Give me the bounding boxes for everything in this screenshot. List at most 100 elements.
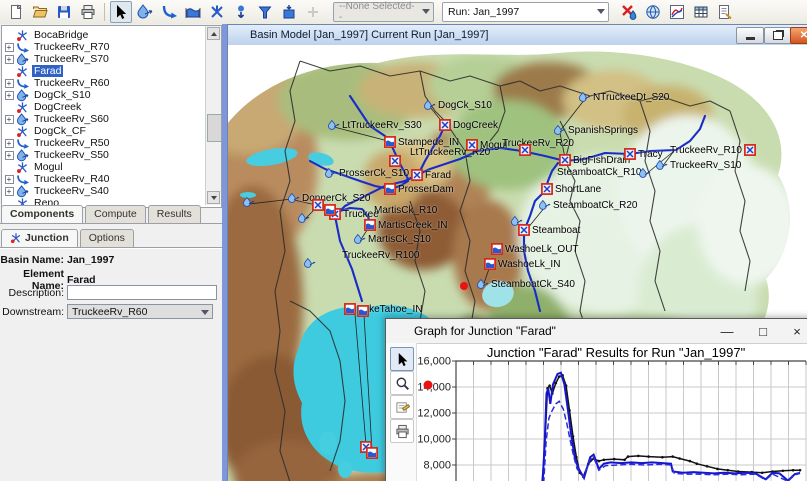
map-element-node[interactable] — [639, 167, 651, 179]
map-element-ProsserCk_S10[interactable]: ProsserCk_S10 — [325, 167, 409, 179]
reach-tool-button[interactable] — [158, 1, 180, 23]
global-viewer-button[interactable] — [642, 1, 664, 23]
map-element-SteamboatCk_R10[interactable]: SteamboatCk_R10 — [555, 167, 642, 178]
tree-item-TruckeeRv_S70[interactable]: + TruckeeRv_S70 — [2, 52, 205, 65]
description-field[interactable] — [67, 285, 217, 300]
tree-item-DogCreek[interactable]: DogCreek — [2, 101, 205, 113]
tree-item-Farad[interactable]: Farad — [2, 65, 205, 77]
map-element-node[interactable] — [312, 199, 324, 211]
map-element-Steamboat[interactable]: Steamboat — [518, 224, 580, 236]
map-element-WashoeLk_OUT[interactable]: WashoeLk_OUT — [491, 243, 579, 255]
tab-components[interactable]: Components — [1, 205, 84, 223]
print-button[interactable] — [77, 1, 99, 23]
table-button[interactable] — [690, 1, 712, 23]
graph-pointer-tool-button[interactable] — [390, 347, 414, 371]
tree-item-TruckeeRv_S40[interactable]: + TruckeeRv_S40 — [2, 184, 205, 197]
sink-tool-button[interactable] — [278, 1, 300, 23]
expand-icon[interactable]: + — [4, 150, 14, 160]
map-element-LtTruckeeRv_S30[interactable]: LtTruckeeRv_S30 — [328, 119, 422, 131]
save-button[interactable] — [53, 1, 75, 23]
map-element-node[interactable] — [324, 204, 336, 216]
expand-icon[interactable]: + — [4, 42, 14, 52]
map-element-BigFishDrain[interactable]: BigFishDrain — [559, 154, 630, 166]
scroll-up-icon[interactable] — [207, 27, 220, 40]
expand-icon[interactable]: + — [4, 54, 14, 64]
map-element-MartisCreek_IN[interactable]: MartisCreek_IN — [364, 219, 447, 231]
map-element-TruckeeRv_R100[interactable]: TruckeeRv_R100 — [340, 250, 419, 261]
scroll-down-icon[interactable] — [207, 191, 220, 204]
map-element-node[interactable] — [511, 215, 523, 227]
map-element-Farad[interactable]: Farad — [411, 169, 451, 181]
element-selector-combo[interactable]: --None Selected-- — [333, 1, 434, 23]
expand-icon[interactable]: + — [4, 186, 14, 196]
minimize-button[interactable] — [736, 27, 764, 44]
maximize-button[interactable]: □ — [748, 319, 778, 343]
map-element-MartisCk_S10[interactable]: MartisCk_S10 — [354, 233, 431, 245]
expand-icon[interactable]: + — [4, 78, 14, 88]
minimize-button[interactable]: — — [712, 319, 742, 343]
map-element-DogCk_S10[interactable]: DogCk_S10 — [424, 99, 492, 111]
tree-item-TruckeeRv_R40[interactable]: + TruckeeRv_R40 — [2, 173, 205, 185]
reservoir-tool-button[interactable] — [182, 1, 204, 23]
expand-icon[interactable]: + — [4, 114, 14, 124]
expand-icon[interactable]: + — [4, 90, 14, 100]
summary-button[interactable] — [714, 1, 736, 23]
close-button[interactable]: ✕ — [790, 27, 807, 44]
open-folder-button[interactable] — [29, 1, 51, 23]
restore-button[interactable] — [764, 27, 792, 44]
tree-item-TruckeeRv_R70[interactable]: + TruckeeRv_R70 — [2, 41, 205, 53]
map-element-node[interactable] — [389, 155, 401, 167]
graph-print-tool-button[interactable] — [390, 419, 414, 443]
map-element-LakeTahoe_IN[interactable]: LakeTahoe_IN — [344, 303, 423, 315]
editor-tab-options[interactable]: Options — [79, 229, 134, 247]
expand-icon[interactable]: + — [4, 138, 14, 148]
map-element-MartisCk_R10[interactable]: MartisCk_R10 — [372, 205, 437, 216]
map-element-ProsserDam[interactable]: ProsserDam — [384, 183, 454, 195]
run-selector-combo[interactable]: Run: Jan_1997 — [442, 2, 609, 22]
tree-item-DogCk_CF[interactable]: DogCk_CF — [2, 125, 205, 137]
tab-compute[interactable]: Compute — [85, 205, 146, 223]
graph-properties-tool-button[interactable] — [390, 395, 414, 419]
junction-tool-button[interactable] — [206, 1, 228, 23]
scrollbar-thumb[interactable] — [207, 114, 221, 142]
map-element-WashoeLk_IN[interactable]: WashoeLk_IN — [484, 258, 560, 270]
map-element-node[interactable] — [304, 257, 316, 269]
subbasin-tool-button[interactable] — [134, 1, 156, 23]
map-element-SteamboatCk_R20[interactable]: SteamboatCk_R20 — [539, 199, 638, 211]
tree-item-TruckeeRv_S50[interactable]: + TruckeeRv_S50 — [2, 148, 205, 161]
tree-item-BocaBridge[interactable]: BocaBridge — [2, 29, 205, 41]
source-tool-button[interactable] — [230, 1, 252, 23]
tree-scrollbar[interactable] — [205, 26, 221, 205]
diversion-tool-button[interactable] — [254, 1, 276, 23]
map-element-TruckeeRv_S10[interactable]: TruckeeRv_S10 — [656, 159, 741, 171]
new-file-button[interactable] — [5, 1, 27, 23]
downstream-combo[interactable]: TruckeeRv_R60 — [67, 304, 213, 319]
graph-button[interactable] — [666, 1, 688, 23]
map-element-DogCreek[interactable]: DogCreek — [439, 119, 498, 131]
map-element-node[interactable] — [243, 196, 255, 208]
close-button[interactable]: × — [782, 319, 807, 343]
basin-model-titlebar[interactable]: Basin Model [Jan_1997] Current Run [Jan_… — [228, 25, 807, 46]
tab-results[interactable]: Results — [147, 205, 201, 223]
map-element-node[interactable] — [366, 447, 378, 459]
map-element-TruckeeRv_R20[interactable]: TruckeeRv_R20 — [500, 138, 574, 149]
map-element-SteamboatCk_S40[interactable]: SteamboatCk_S40 — [477, 278, 575, 290]
tree-item-TruckeeRv_R60[interactable]: + TruckeeRv_R60 — [2, 77, 205, 89]
add-tool-button[interactable] — [302, 1, 324, 23]
map-element-TruckeeRv_R10[interactable]: TruckeeRv_R10 — [670, 144, 756, 156]
map-element-node[interactable] — [357, 305, 369, 317]
graph-zoom-tool-button[interactable] — [390, 371, 414, 395]
map-element-ShortLane[interactable]: ShortLane — [541, 183, 601, 195]
tree-item-Mogul[interactable]: Mogul — [2, 161, 205, 173]
tree-item-TruckeeRv_S60[interactable]: + TruckeeRv_S60 — [2, 112, 205, 125]
map-element-NTruckeeDt_S20[interactable]: NTruckeeDt_S20 — [579, 91, 669, 103]
expand-icon[interactable]: + — [4, 174, 14, 184]
tree-item-DogCk_S10[interactable]: + DogCk_S10 — [2, 88, 205, 101]
map-element-DonnerCk_S20[interactable]: DonnerCk_S20 — [288, 192, 370, 204]
map-element-node[interactable] — [519, 144, 531, 156]
tree-item-TruckeeRv_R50[interactable]: + TruckeeRv_R50 — [2, 137, 205, 149]
map-element-SpanishSprings[interactable]: SpanishSprings — [554, 124, 638, 136]
editor-tab-junction[interactable]: Junction — [1, 229, 78, 247]
graph-window-titlebar[interactable]: Graph for Junction "Farad" — [386, 319, 807, 344]
map-element-node[interactable] — [298, 212, 310, 224]
